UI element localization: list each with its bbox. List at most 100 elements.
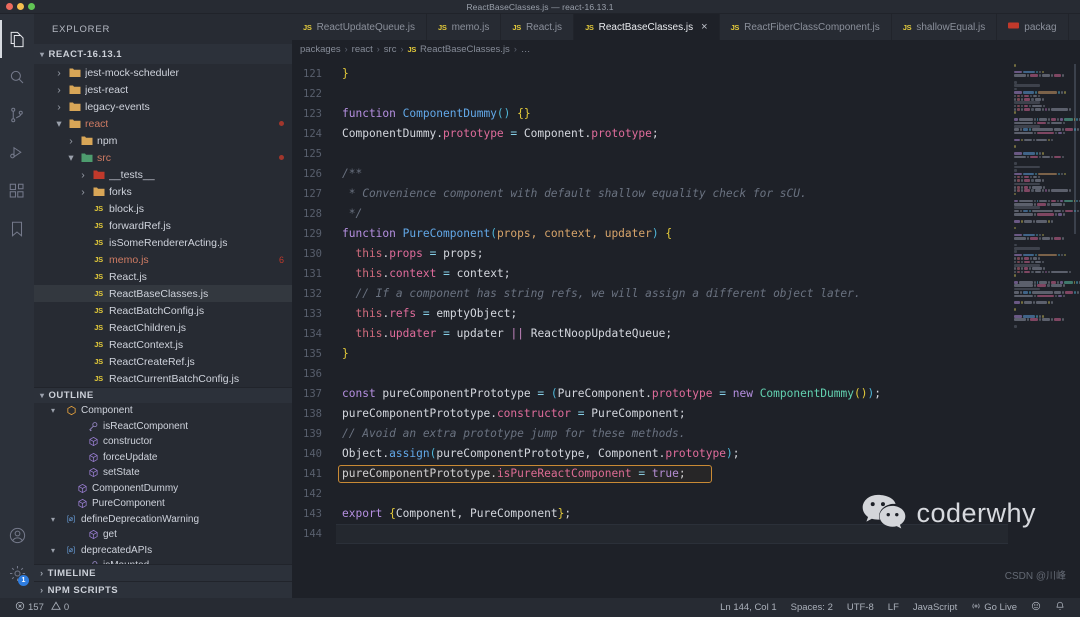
line-text[interactable]: pureComponentPrototype.constructor = Pur… xyxy=(336,404,686,424)
status-notifications[interactable] xyxy=(1048,598,1072,617)
line-text[interactable]: */ xyxy=(336,204,362,224)
error-icon xyxy=(15,601,25,614)
token: ReactNoopUpdateQueue xyxy=(530,327,666,340)
section-timeline[interactable]: › TIMELINE xyxy=(34,564,292,581)
breadcrumb-item-0[interactable]: packages xyxy=(300,44,341,55)
activity-account[interactable] xyxy=(0,516,34,554)
tab-reactbaseclasses-js[interactable]: JS ReactBaseClasses.js × xyxy=(574,14,720,40)
line-text[interactable]: ComponentDummy.prototype = Component.pro… xyxy=(336,124,659,144)
status-cursor-position[interactable]: Ln 144, Col 1 xyxy=(713,598,784,617)
minimap[interactable] xyxy=(1008,58,1080,598)
code-content[interactable]: 121} 122 123 function ComponentDummy() {} 12… xyxy=(292,58,1008,544)
minimap-token xyxy=(1044,270,1047,274)
activity-search[interactable] xyxy=(0,58,34,96)
status-problems[interactable]: 157 0 xyxy=(8,598,76,617)
tab-reactfiberclasscomponent-js[interactable]: JS ReactFiberClassComponent.js xyxy=(719,14,892,40)
outline-item-constructor[interactable]: constructor xyxy=(34,434,292,450)
tree-row-reactcurrentbatchconfig-js[interactable]: JS ReactCurrentBatchConfig.js xyxy=(34,370,292,387)
breadcrumb-separator: › xyxy=(376,44,380,54)
outline-item-component[interactable]: ▾ Component xyxy=(34,403,292,419)
section-npm-scripts[interactable]: › NPM SCRIPTS xyxy=(34,581,292,598)
activity-source-control[interactable] xyxy=(0,96,34,134)
status-eol[interactable]: LF xyxy=(881,598,906,617)
minimap-token xyxy=(1057,281,1060,284)
tree-row-reactbaseclasses-js[interactable]: JS ReactBaseClasses.js xyxy=(34,285,292,302)
tab-shallowequal-js[interactable]: JS shallowEqual.js xyxy=(891,14,998,40)
tree-row-legacy-events[interactable]: › legacy-events xyxy=(34,98,292,115)
line-text[interactable]: this.props = props; xyxy=(336,244,483,264)
tree-row-memo-js[interactable]: JS memo.js 6 xyxy=(34,251,292,268)
tree-row-jest-mock-scheduler[interactable]: › jest-mock-scheduler xyxy=(34,64,292,81)
minimap-line xyxy=(1014,67,1080,70)
line-text[interactable]: const pureComponentPrototype = (PureComp… xyxy=(336,384,881,404)
line-text[interactable]: } xyxy=(336,344,349,364)
outline-item-forceupdate[interactable]: forceUpdate xyxy=(34,449,292,465)
minimap-token xyxy=(1014,219,1020,223)
line-text[interactable]: this.context = context; xyxy=(336,264,510,284)
tree-row-jest-react[interactable]: › jest-react xyxy=(34,81,292,98)
code-scroll[interactable]: 121} 122 123 function ComponentDummy() {} 12… xyxy=(292,58,1008,598)
tree-row-forks[interactable]: › forks xyxy=(34,183,292,200)
status-encoding[interactable]: UTF-8 xyxy=(840,598,881,617)
activity-settings[interactable]: 1 xyxy=(0,554,34,592)
line-text[interactable]: this.refs = emptyObject; xyxy=(336,304,517,324)
breadcrumb-item-2[interactable]: src xyxy=(384,44,397,55)
js-file-icon: JS xyxy=(94,272,103,281)
outline-item-purecomponent[interactable]: PureComponent xyxy=(34,496,292,512)
line-text[interactable]: Object.assign(pureComponentPrototype, Co… xyxy=(336,444,740,464)
code-line-136: 136 xyxy=(292,364,1008,384)
line-text[interactable]: // If a component has string refs, we wi… xyxy=(336,284,860,304)
line-text[interactable]: export {Component, PureComponent}; xyxy=(336,504,571,524)
activity-bookmarks[interactable] xyxy=(0,210,34,248)
minimap-token xyxy=(1021,270,1024,274)
line-text[interactable]: /** xyxy=(336,164,362,184)
breadcrumb-item-1[interactable]: react xyxy=(352,44,373,55)
tree-row-react[interactable]: ▾ react xyxy=(34,115,292,132)
breadcrumb-item-4[interactable]: … xyxy=(521,44,531,55)
tree-row-react-js[interactable]: JS React.js xyxy=(34,268,292,285)
tree-row-reactcreateref-js[interactable]: JS ReactCreateRef.js xyxy=(34,353,292,370)
status-indentation[interactable]: Spaces: 2 xyxy=(784,598,840,617)
outline-item-deprecatedapis[interactable]: ▾ [⌀] deprecatedAPIs xyxy=(34,542,292,558)
line-text[interactable]: this.updater = updater || ReactNoopUpdat… xyxy=(336,324,672,344)
minimap-slider[interactable] xyxy=(1074,64,1076,234)
tree-row-npm[interactable]: › npm xyxy=(34,132,292,149)
outline-item-get[interactable]: get xyxy=(34,527,292,543)
close-tab-icon[interactable]: × xyxy=(701,21,707,33)
tab-react-js[interactable]: JS React.js xyxy=(501,14,575,40)
status-feedback[interactable] xyxy=(1024,598,1048,617)
minimap-token xyxy=(1061,253,1064,257)
tab-reactupdatequeue-js[interactable]: JS ReactUpdateQueue.js xyxy=(292,14,427,40)
outline-item-definedeprecationwarning[interactable]: ▾ [⌀] defineDeprecationWarning xyxy=(34,511,292,527)
line-text[interactable]: function ComponentDummy() {} xyxy=(336,104,531,124)
line-text[interactable]: * Convenience component with default sha… xyxy=(336,184,807,204)
tab-memo-js[interactable]: JS memo.js xyxy=(426,14,502,40)
tree-row--tests-[interactable]: › __tests__ xyxy=(34,166,292,183)
status-language-mode[interactable]: JavaScript xyxy=(906,598,964,617)
tree-row-reactcontext-js[interactable]: JS ReactContext.js xyxy=(34,336,292,353)
outline-header[interactable]: ▾ OUTLINE xyxy=(34,388,292,403)
line-text[interactable]: function PureComponent(props, context, u… xyxy=(336,224,672,244)
tree-row-block-js[interactable]: JS block.js xyxy=(34,200,292,217)
tree-row-src[interactable]: ▾ src xyxy=(34,149,292,166)
outline-item-isreactcomponent[interactable]: isReactComponent xyxy=(34,418,292,434)
minimap-token xyxy=(1032,267,1042,271)
minimap-token xyxy=(1023,301,1032,304)
outline-item-setstate[interactable]: setState xyxy=(34,465,292,481)
status-go-live[interactable]: Go Live xyxy=(964,598,1024,617)
activity-explorer[interactable] xyxy=(0,20,34,58)
tree-row-issomerendereracting-js[interactable]: JS isSomeRendererActing.js xyxy=(34,234,292,251)
line-text[interactable]: } xyxy=(336,64,349,84)
activity-run-debug[interactable] xyxy=(0,134,34,172)
minimap-token xyxy=(1017,267,1021,271)
tab-packag[interactable]: packag xyxy=(997,14,1069,40)
activity-extensions[interactable] xyxy=(0,172,34,210)
line-text[interactable]: pureComponentPrototype.isPureReactCompon… xyxy=(336,464,686,484)
tree-row-reactchildren-js[interactable]: JS ReactChildren.js xyxy=(34,319,292,336)
outline-item-componentdummy[interactable]: ComponentDummy xyxy=(34,480,292,496)
breadcrumb-item-3[interactable]: ReactBaseClasses.js xyxy=(420,44,510,55)
line-text[interactable]: // Avoid an extra prototype jump for the… xyxy=(336,424,686,444)
workspace-folder-header[interactable]: ▾ REACT-16.13.1 xyxy=(34,44,292,64)
tree-row-reactbatchconfig-js[interactable]: JS ReactBatchConfig.js xyxy=(34,302,292,319)
tree-row-forwardref-js[interactable]: JS forwardRef.js xyxy=(34,217,292,234)
